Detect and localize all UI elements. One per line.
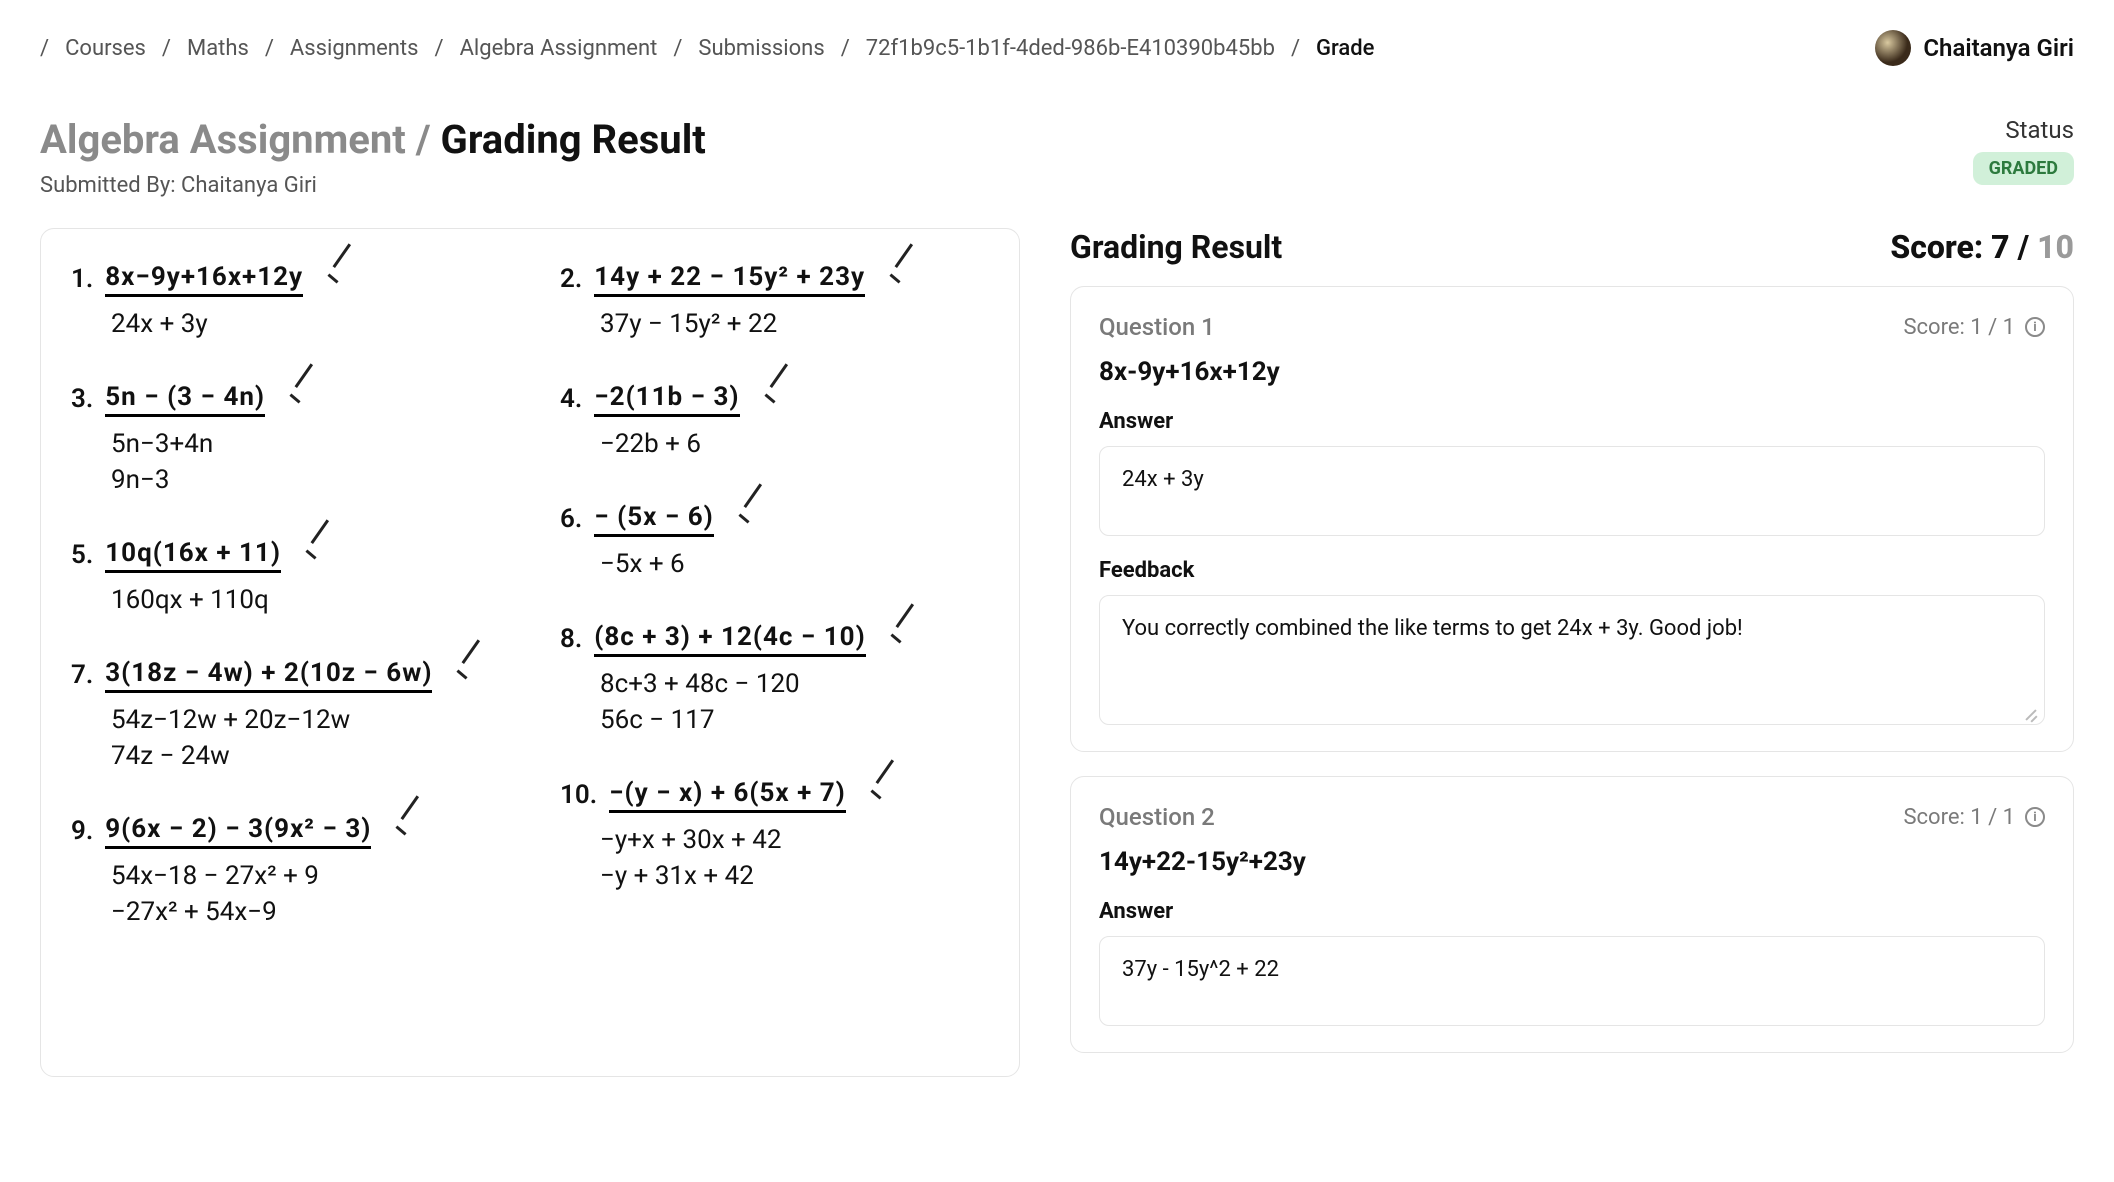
check-icon xyxy=(885,259,925,299)
grading-title: Grading Result xyxy=(1070,228,1282,266)
question-prompt: 14y+22-15y²+23y xyxy=(1099,847,2045,877)
feedback-box[interactable]: You correctly combined the like terms to… xyxy=(1099,595,2045,725)
problem: 4.−2(11b − 3)−22b + 6 xyxy=(560,379,989,459)
question-score: Score: 1 / 1 i xyxy=(1903,805,2045,830)
check-icon xyxy=(391,811,431,851)
status-badge: GRADED xyxy=(1973,152,2074,185)
user-name: Chaitanya Giri xyxy=(1923,34,2074,62)
answer-label: Answer xyxy=(1099,899,2045,924)
breadcrumb-sep: / xyxy=(1291,36,1300,61)
crumb-courses[interactable]: Courses xyxy=(65,36,146,61)
problem: 3.5n − (3 − 4n)5n−3+4n9n−3 xyxy=(71,379,500,495)
crumb-submissions[interactable]: Submissions xyxy=(698,36,824,61)
grading-panel: Grading Result Score: 7 / 10 Question 1 … xyxy=(1070,228,2074,1077)
resize-handle-icon[interactable] xyxy=(2022,704,2038,720)
check-icon xyxy=(323,259,363,299)
problem: 8.(8c + 3) + 12(4c − 10)8c+3 + 48c − 120… xyxy=(560,619,989,735)
check-icon xyxy=(866,775,906,815)
breadcrumb-sep: / xyxy=(40,36,49,61)
breadcrumb-sep: / xyxy=(434,36,443,61)
feedback-label: Feedback xyxy=(1099,558,2045,583)
total-score: Score: 7 / 10 xyxy=(1890,228,2074,266)
breadcrumb-sep: / xyxy=(162,36,171,61)
submitted-by: Submitted By: Chaitanya Giri xyxy=(40,173,706,198)
answer-box[interactable]: 24x + 3y xyxy=(1099,446,2045,536)
user-menu[interactable]: Chaitanya Giri xyxy=(1875,30,2074,66)
crumb-assignment[interactable]: Algebra Assignment xyxy=(460,36,658,61)
answer-box[interactable]: 37y - 15y^2 + 22 xyxy=(1099,936,2045,1026)
question-score: Score: 1 / 1 i xyxy=(1903,315,2045,340)
problem: 2.14y + 22 − 15y² + 23y37y − 15y² + 22 xyxy=(560,259,989,339)
question-card: Question 2 Score: 1 / 1 i 14y+22-15y²+23… xyxy=(1070,776,2074,1053)
problem: 9.9(6x − 2) − 3(9x² − 3)54x−18 − 27x² + … xyxy=(71,811,500,927)
crumb-assignments[interactable]: Assignments xyxy=(290,36,419,61)
question-number: Question 1 xyxy=(1099,313,1215,341)
status-label: Status xyxy=(1973,116,2074,144)
crumb-grade: Grade xyxy=(1316,36,1374,61)
check-icon xyxy=(886,619,926,659)
question-number: Question 2 xyxy=(1099,803,1215,831)
problem: 1.8x−9y+16x+12y24x + 3y xyxy=(71,259,500,339)
check-icon xyxy=(301,535,341,575)
question-card: Question 1 Score: 1 / 1 i 8x-9y+16x+12y … xyxy=(1070,286,2074,752)
breadcrumb-sep: / xyxy=(265,36,274,61)
answer-label: Answer xyxy=(1099,409,2045,434)
crumb-maths[interactable]: Maths xyxy=(187,36,249,61)
crumb-submission-id[interactable]: 72f1b9c5-1b1f-4ded-986b-E410390b45bb xyxy=(866,36,1275,61)
check-icon xyxy=(452,655,492,695)
problem: 5.10q(16x + 11)160qx + 110q xyxy=(71,535,500,615)
problem: 7.3(18z − 4w) + 2(10z − 6w)54z−12w + 20z… xyxy=(71,655,500,771)
problem: 6.− (5x − 6)−5x + 6 xyxy=(560,499,989,579)
info-icon[interactable]: i xyxy=(2025,807,2045,827)
submission-image: 1.8x−9y+16x+12y24x + 3y 3.5n − (3 − 4n)5n… xyxy=(40,228,1020,1077)
problem: 10.−(y − x) + 6(5x + 7)−y+x + 30x + 42−y… xyxy=(560,775,989,891)
breadcrumb-sep: / xyxy=(841,36,850,61)
page-title: Algebra Assignment / Grading Result xyxy=(40,116,706,163)
check-icon xyxy=(734,499,774,539)
avatar xyxy=(1875,30,1911,66)
breadcrumb-sep: / xyxy=(673,36,682,61)
check-icon xyxy=(760,379,800,419)
info-icon[interactable]: i xyxy=(2025,317,2045,337)
question-prompt: 8x-9y+16x+12y xyxy=(1099,357,2045,387)
breadcrumb: / Courses / Maths / Assignments / Algebr… xyxy=(40,0,2074,86)
check-icon xyxy=(285,379,325,419)
